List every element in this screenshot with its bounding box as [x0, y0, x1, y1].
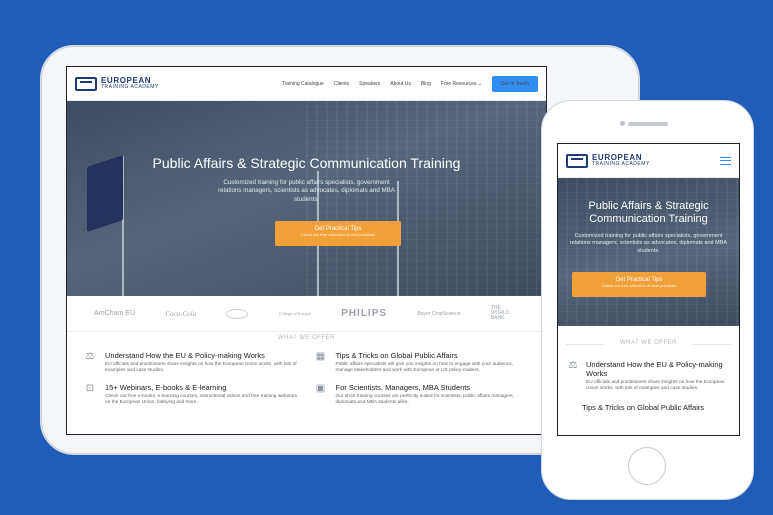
nav-speakers[interactable]: Speakers: [359, 81, 380, 87]
offer-item[interactable]: ⊡ 15+ Webinars, E-books & E-learning Che…: [83, 383, 300, 407]
offer-item-title: For Scientists, Managers, MBA Students: [335, 382, 471, 392]
offer-item-title: Understand How the EU & Policy-making Wo…: [586, 360, 723, 378]
offer-item-title: 15+ Webinars, E-books & E-learning: [105, 382, 227, 392]
home-button[interactable]: [628, 447, 666, 485]
tablet-screen: EUROPEAN TRAINING ACADEMY Training Catal…: [66, 66, 547, 435]
phone-what-we-offer-heading: WHAT WE OFFER: [558, 340, 739, 346]
phone-screen: EUROPEAN TRAINING ACADEMY Public Affairs…: [557, 143, 740, 436]
logo-icon: [566, 153, 588, 168]
building-icon: ▦: [315, 351, 326, 362]
client-logo-bayer: Bayer CropScience: [417, 310, 461, 317]
phone-logo[interactable]: EUROPEAN TRAINING ACADEMY: [566, 153, 650, 168]
logo-icon: [75, 76, 97, 91]
nav-free-resources[interactable]: Free Resources ⌄: [441, 81, 482, 87]
briefcase-icon: ▣: [315, 382, 326, 394]
button-sub-label: Check our free collection of best practi…: [601, 283, 677, 288]
phone-camera: [620, 121, 625, 126]
offer-item[interactable]: ⚖ Understand How the EU & Policy-making …: [83, 351, 300, 375]
client-logo-philips: PHILIPS: [341, 308, 388, 319]
phone-device: EUROPEAN TRAINING ACADEMY Public Affairs…: [541, 100, 754, 500]
presentation-icon: ⊡: [85, 382, 95, 394]
client-logo-emblem-icon: [226, 308, 249, 319]
client-logo-coca-cola: Coca-Cola: [165, 309, 197, 318]
client-logo-college-of-europe: College of Europe: [278, 311, 311, 316]
offer-item-text: EU officials and practitioners share ins…: [586, 380, 725, 392]
offer-item-title: Understand How the EU & Policy-making Wo…: [105, 351, 265, 360]
hamburger-menu-icon[interactable]: [720, 156, 731, 165]
phone-get-practical-tips-button[interactable]: Get Practical Tips Check our free collec…: [572, 272, 706, 297]
nav-training-catalogue[interactable]: Training Catalogue: [282, 81, 324, 87]
get-in-touch-button[interactable]: Get in Touch: [492, 75, 538, 92]
phone-hero-section: Public Affairs & Strategic Communication…: [558, 178, 739, 326]
offer-item-title: Tips & Tricks on Global Public Affairs: [335, 351, 458, 360]
button-sub-label: Check our free collection of best practi…: [300, 232, 376, 237]
logo-line2: TRAINING ACADEMY: [592, 161, 650, 167]
client-logo-world-bank: THE WORLD BANK: [490, 305, 510, 321]
logo-line2: TRAINING ACADEMY: [101, 84, 159, 90]
phone-navbar: EUROPEAN TRAINING ACADEMY: [558, 144, 739, 178]
get-practical-tips-button[interactable]: Get Practical Tips Check our free collec…: [275, 221, 401, 246]
offer-item-text: EU officials and practitioners share ins…: [105, 362, 297, 374]
hero-title: Public Affairs & Strategic Communication…: [152, 155, 461, 171]
scales-icon: ⚖: [85, 351, 95, 362]
nav-about-us[interactable]: About Us: [390, 81, 411, 87]
offer-item-text: Our short training courses are perfectly…: [335, 393, 515, 406]
offer-item[interactable]: ▦ Tips & Tricks on Global Public Affairs…: [314, 351, 531, 375]
offer-item-text: Check our free e-books, e-learning cours…: [105, 393, 297, 406]
offer-grid: ⚖ Understand How the EU & Policy-making …: [67, 341, 546, 417]
client-logo-amcham: AmCham EU: [94, 310, 136, 317]
nav-clients[interactable]: Clients: [334, 81, 349, 87]
phone-speaker: [628, 122, 668, 126]
phone-hero-subtitle: Customized training for public affairs s…: [569, 233, 728, 254]
phone-offer-item[interactable]: ⚖ Understand How the EU & Policy-making …: [558, 346, 739, 393]
offer-item[interactable]: ▣ For Scientists, Managers, MBA Students…: [314, 383, 531, 407]
hero-section: Public Affairs & Strategic Communication…: [67, 101, 546, 296]
tablet-navbar: EUROPEAN TRAINING ACADEMY Training Catal…: [67, 67, 546, 101]
logo[interactable]: EUROPEAN TRAINING ACADEMY: [75, 76, 159, 91]
hero-subtitle: Customized training for public affairs s…: [218, 179, 395, 203]
offer-item-text: Public affairs specialists will give you…: [335, 362, 514, 374]
nav-blog[interactable]: Blog: [421, 81, 431, 87]
what-we-offer-heading: WHAT WE OFFER: [278, 335, 335, 341]
phone-offer-peek: Tips & Tricks on Global Public Affairs: [582, 402, 705, 412]
client-logos: AmCham EU Coca-Cola College of Europe PH…: [67, 296, 546, 332]
scales-icon: ⚖: [568, 360, 578, 371]
phone-hero-title: Public Affairs & Strategic Communication…: [588, 200, 709, 226]
